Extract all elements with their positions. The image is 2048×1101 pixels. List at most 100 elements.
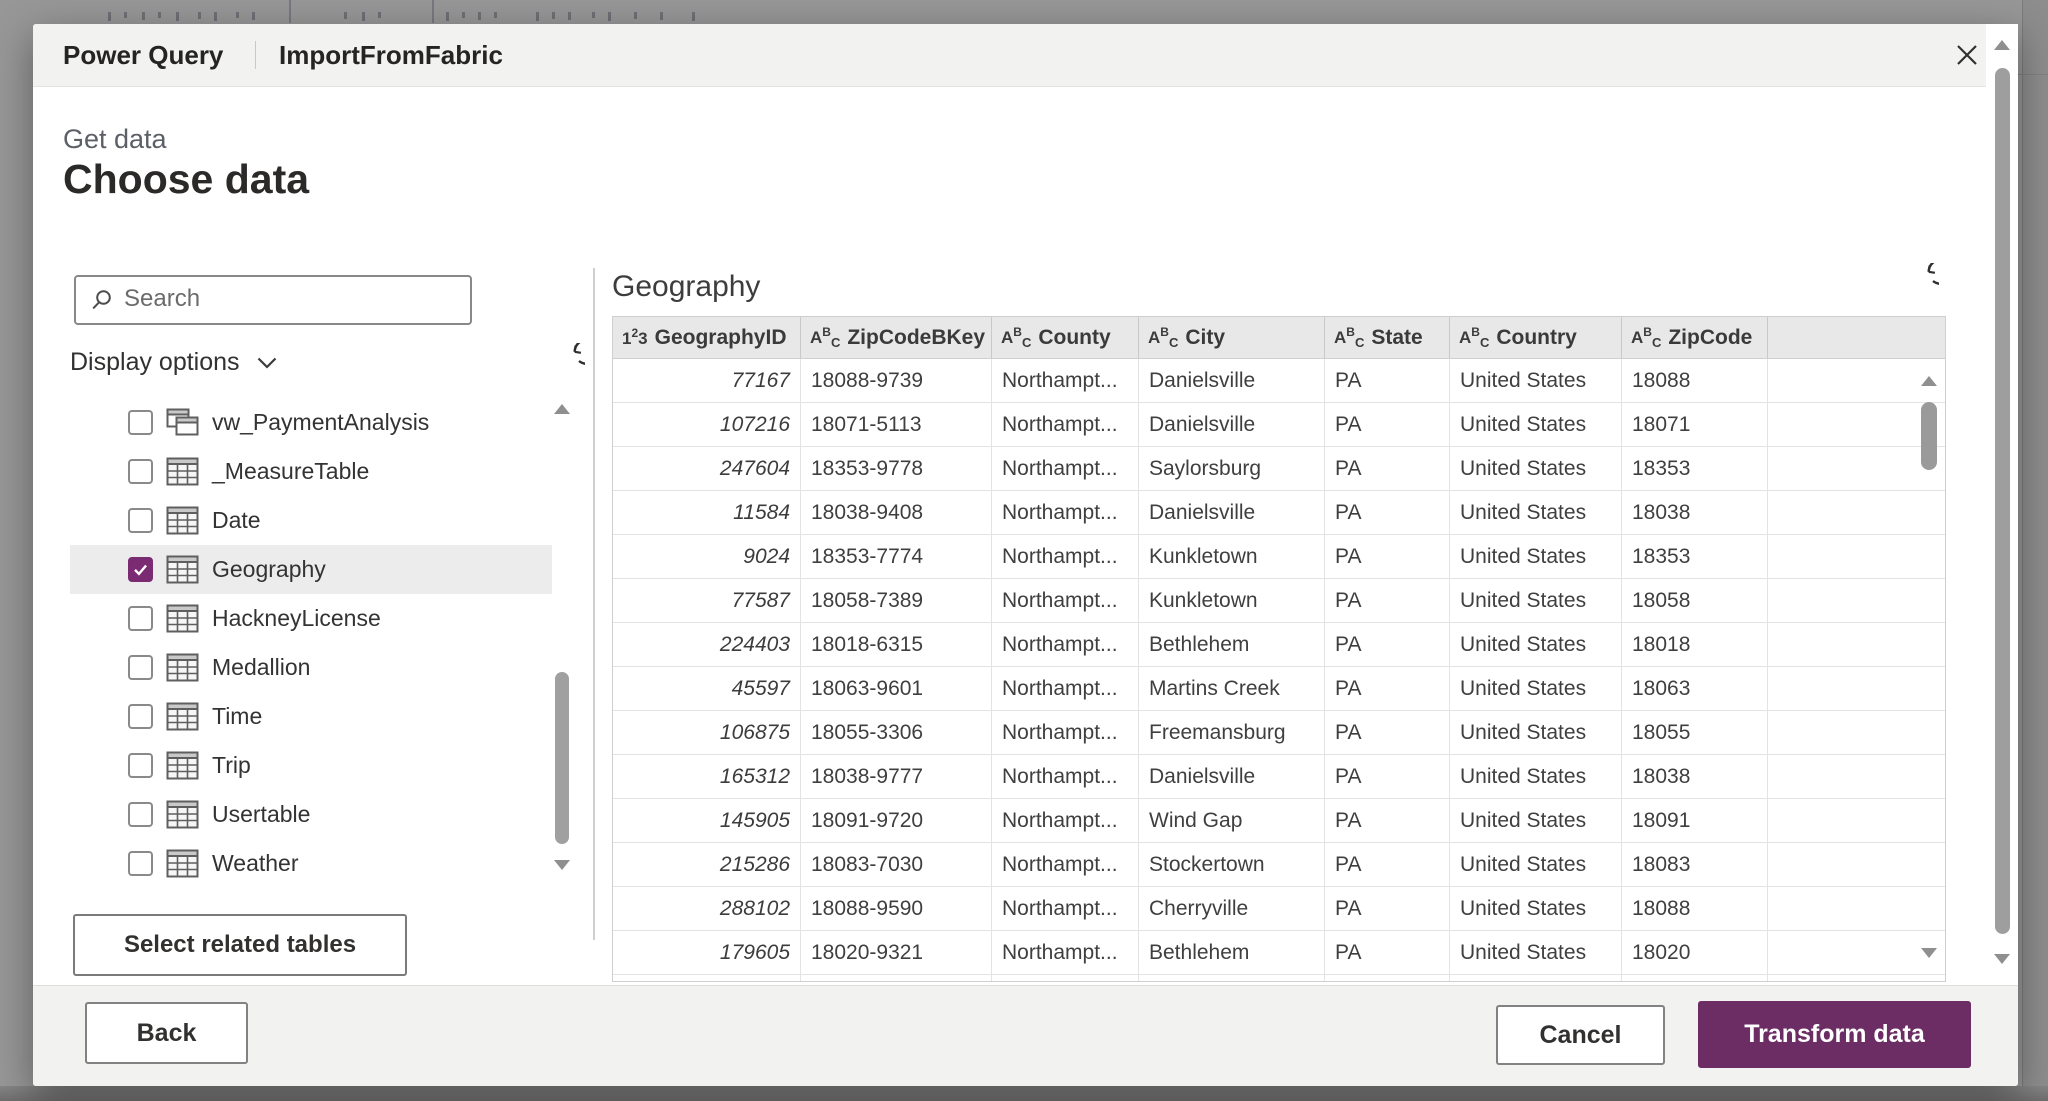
cancel-button[interactable]: Cancel [1496,1005,1665,1065]
table-cell: Northampt... [992,579,1139,623]
table-cell: 18353 [1622,447,1768,491]
table-row: 7758718058-7389Northampt...KunkletownPAU… [613,579,1945,623]
table-cell: 106875 [613,711,801,755]
table-row: 14590518091-9720Northampt...Wind GapPAUn… [613,799,1945,843]
table-list-item[interactable]: Weather [70,839,552,888]
column-name: County [1038,317,1110,358]
table-cell: 9024 [613,535,801,579]
display-options-toggle[interactable]: Display options [70,344,278,380]
column-header: 123GeographyID [613,317,801,358]
table-cell [613,975,801,981]
table-checkbox[interactable] [128,459,153,484]
table-row: 16531218038-9777Northampt...Danielsville… [613,755,1945,799]
table-list-item[interactable]: Date [70,496,552,545]
table-cell: 18058 [1622,579,1768,623]
table-name-label: Trip [212,752,251,779]
column-name: ZipCodeBKey [847,317,985,358]
search-input[interactable] [122,280,456,318]
table-cell: United States [1450,447,1622,491]
list-scrollbar-thumb[interactable] [555,672,569,844]
table-cell: 18088-9739 [801,359,992,403]
column-header: ABCZipCodeBKey [801,317,992,358]
table-checkbox[interactable] [128,753,153,778]
table-icon [166,555,199,584]
select-related-tables-button[interactable]: Select related tables [73,914,407,976]
table-cell: PA [1325,887,1450,931]
table-name-label: Medallion [212,654,310,681]
preview-scrollbar-thumb[interactable] [1921,402,1937,470]
table-list-item[interactable]: _MeasureTable [70,447,552,496]
table-list-item[interactable]: Geography [70,545,552,594]
table-list-item[interactable]: HackneyLicense [70,594,552,643]
table-checkbox[interactable] [128,606,153,631]
table-cell: PA [1325,535,1450,579]
table-cell: 18083-7030 [801,843,992,887]
table-cell: Danielsville [1139,491,1325,535]
table-cell: Kunkletown [1139,535,1325,579]
preview-scroll-up-arrow[interactable] [1921,374,1937,388]
table-cell: United States [1450,843,1622,887]
table-row: 10687518055-3306Northampt...Freemansburg… [613,711,1945,755]
transform-data-button[interactable]: Transform data [1698,1001,1971,1068]
table-name-label: Time [212,703,262,730]
table-row: 28810218088-9590Northampt...CherryvilleP… [613,887,1945,931]
table-cell: United States [1450,623,1622,667]
table-cell [1768,975,1945,981]
table-cell [1325,975,1450,981]
preview-refresh-button[interactable] [1901,262,1941,302]
table-cell: 224403 [613,623,801,667]
table-cell: Northampt... [992,623,1139,667]
table-checkbox[interactable] [128,655,153,680]
table-checkbox[interactable] [128,802,153,827]
table-checkbox[interactable] [128,704,153,729]
preview-scroll-down-arrow[interactable] [1921,946,1937,960]
table-cell [1768,887,1945,931]
dialog-scrollbar-thumb[interactable] [1995,68,2010,934]
table-cell: 18038-9408 [801,491,992,535]
list-scroll-down-arrow[interactable] [554,858,570,872]
preview-header-row: 123GeographyIDABCZipCodeBKeyABCCountyABC… [613,317,1945,359]
data-preview-grid: 123GeographyIDABCZipCodeBKeyABCCountyABC… [612,316,1946,982]
table-name-label: HackneyLicense [212,605,381,632]
table-cell: United States [1450,579,1622,623]
table-cell [1768,799,1945,843]
dialog-scroll-down-arrow[interactable] [1994,954,2010,964]
column-name: City [1185,317,1225,358]
table-cell: PA [1325,623,1450,667]
list-scroll-up-arrow[interactable] [554,402,570,416]
table-cell: 18063 [1622,667,1768,711]
dialog-title-bar: Power Query ImportFromFabric [33,24,1986,87]
table-checkbox[interactable] [128,851,153,876]
table-checkbox[interactable] [128,557,153,582]
table-list: vw_PaymentAnalysis [70,398,552,888]
navigator-refresh-button[interactable] [547,342,587,382]
dialog-scroll-up-arrow[interactable] [1994,40,2010,50]
column-name: State [1371,317,1422,358]
table-cell: 11584 [613,491,801,535]
table-icon [166,604,199,633]
table-cell [1768,931,1945,975]
dialog-footer: Back Cancel Transform data [33,985,2018,1086]
table-cell: United States [1450,491,1622,535]
table-cell: 18020-9321 [801,931,992,975]
table-cell [1768,843,1945,887]
title-divider [255,41,256,69]
table-list-item[interactable]: Usertable [70,790,552,839]
table-list-item[interactable]: vw_PaymentAnalysis [70,398,552,447]
table-cell [1450,975,1622,981]
table-checkbox[interactable] [128,410,153,435]
close-button[interactable] [1949,37,1985,73]
background-bottom [0,1086,2048,1101]
table-cell: 18071-5113 [801,403,992,447]
table-checkbox[interactable] [128,508,153,533]
table-list-item[interactable]: Time [70,692,552,741]
table-list-item[interactable]: Medallion [70,643,552,692]
table-cell: United States [1450,403,1622,447]
table-cell: 18055 [1622,711,1768,755]
table-cell: 18071 [1622,403,1768,447]
refresh-icon [1903,287,1939,302]
back-button[interactable]: Back [85,1002,248,1064]
table-list-item[interactable]: Trip [70,741,552,790]
table-cell: United States [1450,755,1622,799]
table-cell: United States [1450,711,1622,755]
